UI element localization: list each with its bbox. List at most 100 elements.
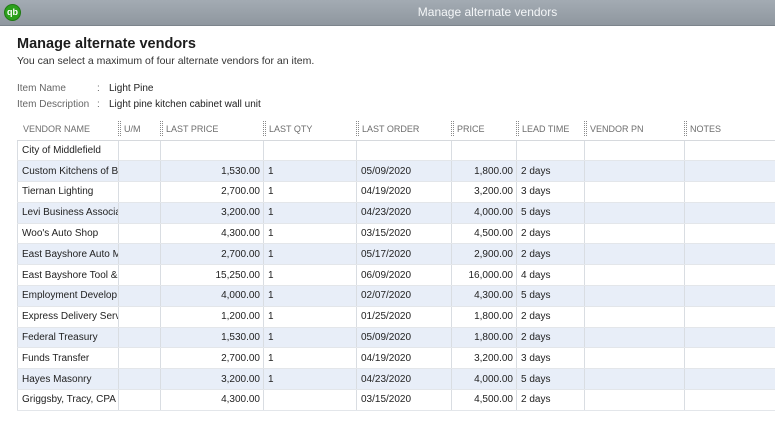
table-row[interactable]: Express Delivery Servic 1,200.00 1 01/25…: [17, 306, 775, 328]
cell-last-order[interactable]: [356, 140, 452, 162]
cell-vendor-pn[interactable]: [584, 243, 685, 266]
cell-price[interactable]: 4,500.00: [451, 389, 517, 411]
cell-last-qty[interactable]: 1: [263, 181, 357, 203]
column-resize-handle[interactable]: [684, 121, 687, 136]
cell-vendor-name[interactable]: Federal Treasury: [17, 327, 119, 349]
cell-last-qty[interactable]: 1: [263, 264, 357, 287]
table-row[interactable]: Federal Treasury 1,530.00 1 05/09/2020 1…: [17, 327, 775, 349]
column-header-vendor-name[interactable]: VENDOR NAME: [17, 118, 119, 141]
cell-lead-time[interactable]: 2 days: [516, 223, 585, 245]
column-resize-handle[interactable]: [263, 121, 266, 136]
cell-last-price[interactable]: 2,700.00: [160, 347, 264, 370]
cell-last-price[interactable]: 15,250.00: [160, 264, 264, 287]
cell-notes[interactable]: [684, 140, 775, 162]
cell-last-qty[interactable]: 1: [263, 160, 357, 183]
cell-last-price[interactable]: 1,530.00: [160, 160, 264, 183]
cell-last-price[interactable]: 3,200.00: [160, 202, 264, 224]
cell-last-qty[interactable]: 1: [263, 327, 357, 349]
cell-last-qty[interactable]: 1: [263, 368, 357, 391]
cell-vendor-name[interactable]: Hayes Masonry: [17, 368, 119, 391]
cell-lead-time[interactable]: 3 days: [516, 181, 585, 203]
cell-vendor-pn[interactable]: [584, 223, 685, 245]
cell-vendor-name[interactable]: Tiernan Lighting: [17, 181, 119, 203]
cell-last-order[interactable]: 06/09/2020: [356, 264, 452, 287]
cell-notes[interactable]: [684, 243, 775, 266]
cell-notes[interactable]: [684, 223, 775, 245]
column-resize-handle[interactable]: [451, 121, 454, 136]
cell-vendor-pn[interactable]: [584, 368, 685, 391]
column-resize-handle[interactable]: [160, 121, 163, 136]
column-header-last-price[interactable]: LAST PRICE: [160, 118, 264, 141]
cell-last-price[interactable]: 2,700.00: [160, 181, 264, 203]
cell-price[interactable]: 3,200.00: [451, 181, 517, 203]
cell-vendor-pn[interactable]: [584, 264, 685, 287]
cell-vendor-pn[interactable]: [584, 202, 685, 224]
cell-um[interactable]: [118, 327, 161, 349]
cell-vendor-name[interactable]: Employment Develop: [17, 285, 119, 307]
cell-price[interactable]: 4,300.00: [451, 285, 517, 307]
column-header-last-order[interactable]: LAST ORDER: [356, 118, 452, 141]
cell-last-price[interactable]: 1,530.00: [160, 327, 264, 349]
cell-lead-time[interactable]: 2 days: [516, 160, 585, 183]
column-resize-handle[interactable]: [356, 121, 359, 136]
cell-vendor-name[interactable]: East Bayshore Tool & S: [17, 264, 119, 287]
cell-notes[interactable]: [684, 202, 775, 224]
cell-lead-time[interactable]: 2 days: [516, 327, 585, 349]
cell-last-order[interactable]: 05/17/2020: [356, 243, 452, 266]
cell-vendor-name[interactable]: Levi Business Associa: [17, 202, 119, 224]
cell-notes[interactable]: [684, 264, 775, 287]
table-row[interactable]: Griggsby, Tracy, CPA 4,300.00 03/15/2020…: [17, 389, 775, 411]
table-row[interactable]: East Bayshore Auto Ma 2,700.00 1 05/17/2…: [17, 243, 775, 266]
cell-vendor-pn[interactable]: [584, 306, 685, 328]
table-row[interactable]: Hayes Masonry 3,200.00 1 04/23/2020 4,00…: [17, 368, 775, 391]
cell-price[interactable]: 3,200.00: [451, 347, 517, 370]
cell-price[interactable]: 4,000.00: [451, 202, 517, 224]
cell-price[interactable]: 2,900.00: [451, 243, 517, 266]
cell-last-price[interactable]: [160, 140, 264, 162]
cell-notes[interactable]: [684, 306, 775, 328]
cell-last-order[interactable]: 05/09/2020: [356, 327, 452, 349]
cell-um[interactable]: [118, 202, 161, 224]
cell-vendor-name[interactable]: Express Delivery Servic: [17, 306, 119, 328]
cell-last-qty[interactable]: 1: [263, 202, 357, 224]
cell-last-qty[interactable]: 1: [263, 243, 357, 266]
cell-lead-time[interactable]: 3 days: [516, 347, 585, 370]
cell-last-price[interactable]: 4,000.00: [160, 285, 264, 307]
cell-lead-time[interactable]: 5 days: [516, 202, 585, 224]
cell-um[interactable]: [118, 181, 161, 203]
table-row[interactable]: Custom Kitchens of Ba 1,530.00 1 05/09/2…: [17, 160, 775, 183]
cell-price[interactable]: 16,000.00: [451, 264, 517, 287]
column-header-lead-time[interactable]: LEAD TIME: [516, 118, 585, 141]
cell-last-price[interactable]: 4,300.00: [160, 389, 264, 411]
table-row[interactable]: East Bayshore Tool & S 15,250.00 1 06/09…: [17, 264, 775, 287]
cell-lead-time[interactable]: 5 days: [516, 368, 585, 391]
cell-vendor-name[interactable]: East Bayshore Auto Ma: [17, 243, 119, 266]
cell-price[interactable]: [451, 140, 517, 162]
cell-last-price[interactable]: 3,200.00: [160, 368, 264, 391]
cell-last-order[interactable]: 02/07/2020: [356, 285, 452, 307]
column-resize-handle[interactable]: [584, 121, 587, 136]
cell-vendor-pn[interactable]: [584, 327, 685, 349]
cell-last-order[interactable]: 04/19/2020: [356, 181, 452, 203]
cell-price[interactable]: 1,800.00: [451, 160, 517, 183]
table-row[interactable]: Levi Business Associa 3,200.00 1 04/23/2…: [17, 202, 775, 224]
table-row[interactable]: City of Middlefield: [17, 140, 775, 162]
cell-last-qty[interactable]: [263, 389, 357, 411]
cell-notes[interactable]: [684, 181, 775, 203]
cell-notes[interactable]: [684, 368, 775, 391]
cell-vendor-pn[interactable]: [584, 160, 685, 183]
table-row[interactable]: Tiernan Lighting 2,700.00 1 04/19/2020 3…: [17, 181, 775, 203]
cell-vendor-pn[interactable]: [584, 140, 685, 162]
cell-um[interactable]: [118, 368, 161, 391]
cell-vendor-name[interactable]: Funds Transfer: [17, 347, 119, 370]
cell-last-qty[interactable]: 1: [263, 223, 357, 245]
cell-lead-time[interactable]: 2 days: [516, 243, 585, 266]
cell-vendor-name[interactable]: City of Middlefield: [17, 140, 119, 162]
cell-last-order[interactable]: 04/19/2020: [356, 347, 452, 370]
cell-price[interactable]: 4,000.00: [451, 368, 517, 391]
cell-last-order[interactable]: 04/23/2020: [356, 202, 452, 224]
cell-last-qty[interactable]: 1: [263, 306, 357, 328]
cell-um[interactable]: [118, 389, 161, 411]
table-row[interactable]: Employment Develop 4,000.00 1 02/07/2020…: [17, 285, 775, 307]
cell-price[interactable]: 1,800.00: [451, 327, 517, 349]
